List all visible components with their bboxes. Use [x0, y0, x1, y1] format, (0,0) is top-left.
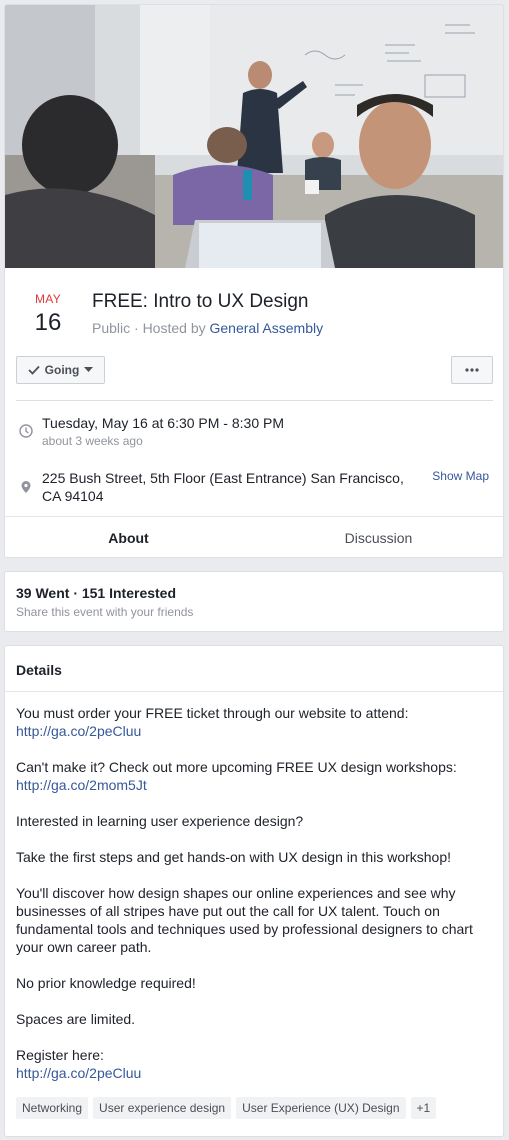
event-cover-photo[interactable] — [5, 5, 503, 268]
event-time: Tuesday, May 16 at 6:30 PM - 8:30 PM — [42, 415, 284, 431]
event-date: MAY 16 — [23, 292, 73, 338]
details-text: Register here: — [16, 1047, 104, 1063]
tag-more[interactable]: +1 — [410, 1097, 437, 1119]
ticket-link[interactable]: http://ga.co/2peCluu — [16, 723, 141, 739]
event-privacy-host: Public · Hosted by General Assembly — [92, 319, 323, 337]
workshops-link[interactable]: http://ga.co/2mom5Jt — [16, 777, 147, 793]
event-header-card: MAY 16 FREE: Intro to UX Design Public ·… — [4, 4, 504, 558]
location-pin-icon — [21, 481, 31, 493]
event-time-row: Tuesday, May 16 at 6:30 PM - 8:30 PM abo… — [16, 414, 493, 450]
event-title: FREE: Intro to UX Design — [92, 291, 309, 312]
details-title: Details — [16, 662, 62, 678]
share-prompt: Share this event with your friends — [16, 605, 194, 619]
divider — [16, 400, 493, 401]
event-time-relative: about 3 weeks ago — [42, 434, 143, 448]
event-date-month: MAY — [34, 292, 61, 306]
details-text: Can't make it? Check out more upcoming F… — [16, 759, 457, 775]
details-text: You must order your FREE ticket through … — [16, 705, 409, 721]
details-header: Details — [5, 646, 503, 692]
going-label: Going — [44, 363, 80, 377]
details-paragraph: No prior knowledge required! — [16, 975, 196, 991]
event-address-line2: CA 94104 — [42, 488, 104, 504]
event-tabs: About Discussion — [5, 516, 503, 557]
show-map-link[interactable]: Show Map — [432, 469, 489, 483]
tab-about[interactable]: About — [12, 517, 245, 557]
details-paragraph: Register here: http://ga.co/2peCluu — [16, 1046, 496, 1082]
going-button[interactable]: Going — [16, 356, 105, 384]
more-options-button[interactable] — [451, 356, 493, 384]
details-paragraph: Take the first steps and get hands-on wi… — [16, 849, 452, 865]
event-privacy: Public · Hosted by — [92, 320, 210, 336]
tag-user-experience-design[interactable]: User experience design — [93, 1097, 232, 1119]
clock-icon — [19, 424, 33, 438]
tag-ux-design[interactable]: User Experience (UX) Design — [236, 1097, 406, 1119]
attendance-card: 39 Went · 151 Interested Share this even… — [4, 571, 504, 632]
details-paragraph: You'll discover how design shapes our on… — [16, 885, 473, 955]
check-icon — [28, 365, 40, 375]
details-paragraph: You must order your FREE ticket through … — [16, 704, 496, 740]
more-horizontal-icon — [465, 368, 479, 372]
attendance-counts[interactable]: 39 Went · 151 Interested — [16, 585, 176, 601]
event-location-row: 225 Bush Street, 5th Floor (East Entranc… — [16, 469, 493, 509]
details-paragraph: Interested in learning user experience d… — [16, 813, 304, 829]
caret-down-icon — [84, 367, 94, 372]
event-date-day: 16 — [34, 309, 62, 336]
register-link[interactable]: http://ga.co/2peCluu — [16, 1065, 141, 1081]
tag-networking[interactable]: Networking — [16, 1097, 89, 1119]
event-address-line1: 225 Bush Street, 5th Floor (East Entranc… — [42, 470, 404, 486]
details-paragraph: Can't make it? Check out more upcoming F… — [16, 758, 496, 794]
category-tags: Networking User experience design User E… — [16, 1097, 437, 1119]
details-card: Details You must order your FREE ticket … — [4, 645, 504, 1137]
tab-discussion[interactable]: Discussion — [262, 517, 495, 557]
details-body: You must order your FREE ticket through … — [16, 704, 496, 1100]
details-paragraph: Spaces are limited. — [16, 1011, 136, 1027]
host-link[interactable]: General Assembly — [210, 320, 324, 336]
